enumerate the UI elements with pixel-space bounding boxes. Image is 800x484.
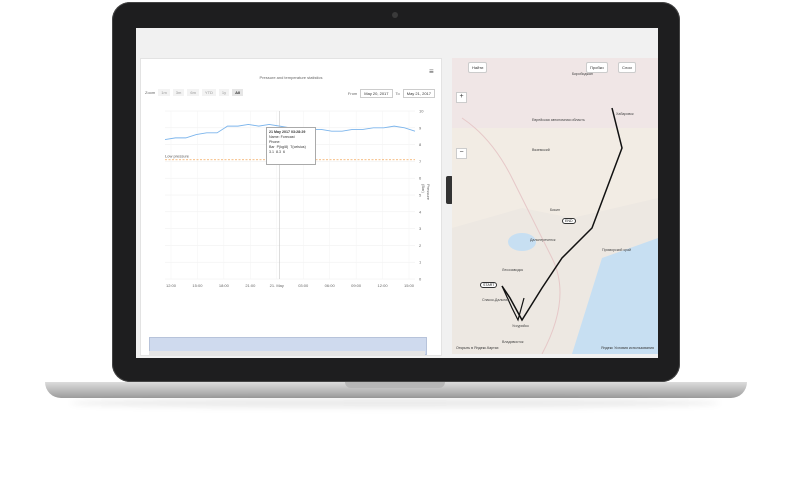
y-axis-right-label: Pressure (Bar) bbox=[421, 184, 431, 201]
map-label: Еврейская автономная область bbox=[532, 118, 585, 122]
y-tick-label: 4 bbox=[419, 209, 422, 214]
map-label: Вяземский bbox=[532, 148, 550, 152]
zoom-btn-1m[interactable]: 1m bbox=[158, 89, 170, 96]
y-tick-label: 0 bbox=[419, 277, 422, 282]
from-date-input[interactable]: May 20, 2017 bbox=[360, 89, 393, 98]
zoom-btn-1y[interactable]: 1y bbox=[218, 89, 230, 96]
x-tick-label: 12:00 bbox=[166, 283, 177, 288]
navigator-scrollbar[interactable] bbox=[149, 351, 425, 355]
zoom-btn-all[interactable]: All bbox=[232, 89, 244, 96]
range-row: From May 20, 2017 To May 21, 2017 bbox=[348, 89, 435, 98]
map-label: Лесозаводск bbox=[502, 268, 524, 272]
tooltip-header: T(celsius) bbox=[290, 145, 306, 149]
mid-marker[interactable]: END bbox=[562, 218, 576, 224]
laptop-lid: Pressure and temperature statistics ≡ Zo… bbox=[112, 2, 680, 382]
tooltip-value: 6 bbox=[283, 150, 285, 154]
map-terms: Яндекс Условия использования bbox=[601, 346, 654, 350]
x-tick-label: 21:00 bbox=[245, 283, 256, 288]
tooltip-table-values: 3.1 8.3 6 bbox=[269, 150, 313, 155]
zoom-in-button[interactable]: + bbox=[456, 92, 467, 103]
x-tick-label: 03:00 bbox=[298, 283, 309, 288]
map-canvas[interactable] bbox=[452, 58, 658, 354]
from-label: From bbox=[347, 91, 358, 96]
map-label: Спасск-Дальний bbox=[482, 298, 510, 302]
map-label: Приморский край bbox=[602, 248, 632, 252]
chart-title: Pressure and temperature statistics bbox=[259, 75, 323, 80]
threshold-label: Low pressure bbox=[165, 154, 190, 159]
hamburger-menu-icon[interactable]: ≡ bbox=[429, 67, 434, 76]
x-tick-label: 18:00 bbox=[219, 283, 230, 288]
zoom-label: Zoom bbox=[145, 90, 156, 95]
chart-tooltip: 21 May 2017 03:28:29 Name: Forecast Phon… bbox=[266, 127, 316, 165]
map-label: Уссурийск bbox=[512, 324, 529, 328]
laptop-notch bbox=[345, 382, 445, 388]
x-tick-label: 06:00 bbox=[325, 283, 336, 288]
map-label: Бикин bbox=[550, 208, 560, 212]
zoom-btn-3m[interactable]: 3m bbox=[172, 89, 185, 96]
to-label: To bbox=[395, 91, 400, 96]
start-marker[interactable]: START bbox=[480, 282, 498, 288]
map-label: Хабаровск bbox=[616, 112, 634, 116]
camera-icon bbox=[392, 12, 398, 18]
zoom-row: Zoom 1m 3m 6m YTD 1y All bbox=[145, 89, 244, 96]
x-tick-label: 15:00 bbox=[192, 283, 203, 288]
zoom-out-button[interactable]: − bbox=[456, 148, 467, 159]
to-date-input[interactable]: May 21, 2017 bbox=[402, 89, 435, 98]
y-tick-label: 7 bbox=[419, 159, 422, 164]
laptop-base bbox=[45, 382, 747, 398]
map-panel[interactable]: Найти Пробки Слои + − Биробиджан Хабаров… bbox=[452, 58, 658, 354]
layers-button[interactable]: Слои bbox=[618, 62, 636, 73]
map-label: Биробиджан bbox=[572, 72, 593, 76]
zoom-btn-ytd[interactable]: YTD bbox=[201, 89, 216, 96]
y-tick-label: 6 bbox=[419, 176, 422, 181]
x-tick-label: 21. May bbox=[270, 283, 284, 288]
y-tick-label: 1 bbox=[419, 260, 422, 265]
x-tick-label: 15:00 bbox=[404, 283, 415, 288]
x-tick-label: 12:00 bbox=[378, 283, 389, 288]
chart-panel: Pressure and temperature statistics ≡ Zo… bbox=[140, 58, 442, 356]
y-tick-label: 9 bbox=[419, 125, 422, 130]
tooltip-value: 8.3 bbox=[276, 150, 281, 154]
y-tick-label: 8 bbox=[419, 142, 422, 147]
y-tick-label: 2 bbox=[419, 243, 422, 248]
y-tick-label: 3 bbox=[419, 226, 422, 231]
tooltip-value: 3.1 bbox=[269, 150, 274, 154]
y-tick-label: 10 bbox=[419, 109, 424, 114]
x-tick-label: 09:00 bbox=[351, 283, 362, 288]
zoom-btn-6m[interactable]: 6m bbox=[187, 89, 199, 96]
map-label: Дальнереченск bbox=[530, 238, 556, 242]
find-button[interactable]: Найти bbox=[468, 62, 488, 73]
map-label: Владивосток bbox=[502, 340, 524, 344]
open-in-yandex-link[interactable]: Открыть в Яндекс.Картах bbox=[456, 346, 499, 350]
laptop-shadow bbox=[70, 398, 720, 408]
screen: Pressure and temperature statistics ≡ Zo… bbox=[136, 28, 658, 358]
